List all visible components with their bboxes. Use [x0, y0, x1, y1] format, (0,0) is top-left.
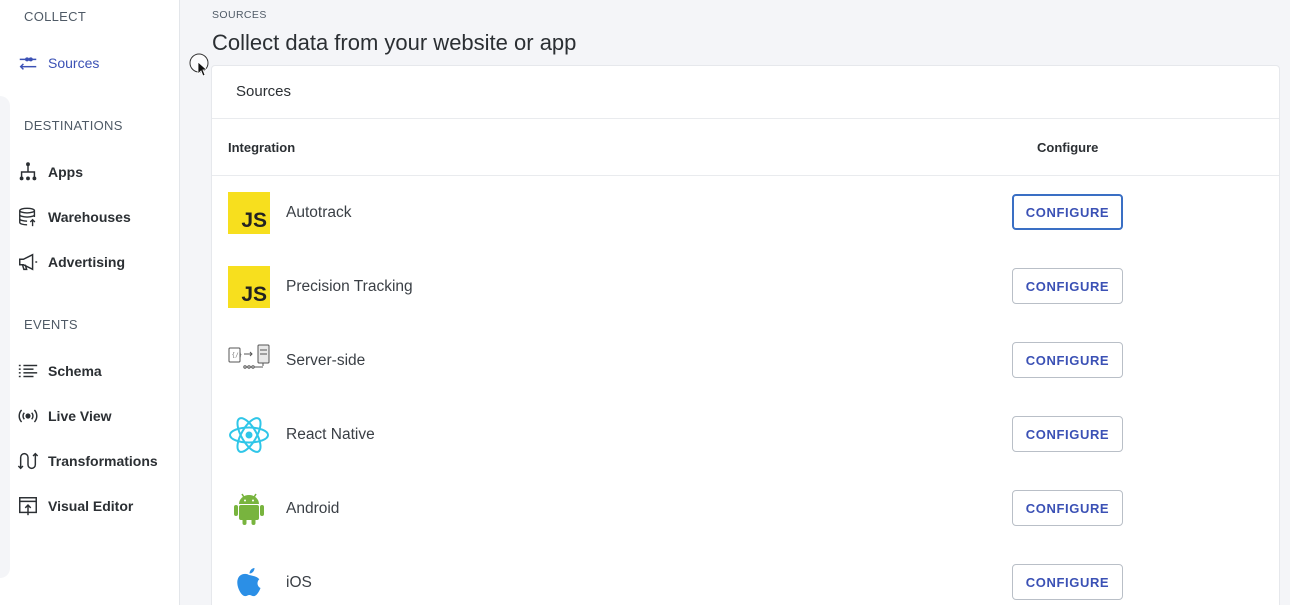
card-divider [212, 118, 1279, 119]
megaphone-icon [16, 250, 40, 274]
svg-text:{/}: {/} [232, 352, 243, 359]
breadcrumb: SOURCES [212, 9, 267, 21]
sidebar-item-label: Transformations [48, 453, 158, 469]
sources-card: Sources Integration Configure JS Autotra… [211, 65, 1280, 605]
database-icon [16, 205, 40, 229]
sidebar-item-transformations[interactable]: Transformations [16, 449, 176, 473]
sidebar-item-label: Schema [48, 363, 102, 379]
integration-name: iOS [286, 574, 312, 591]
sidebar-item-warehouses[interactable]: Warehouses [16, 205, 176, 229]
header-divider [212, 175, 1279, 176]
sidebar-item-label: Sources [48, 55, 100, 71]
sidebar-item-label: Live View [48, 408, 112, 424]
apps-icon [16, 160, 40, 184]
column-header-configure: Configure [1037, 140, 1099, 155]
list-icon [16, 359, 40, 383]
configure-button-precision-tracking[interactable]: CONFIGURE [1012, 268, 1123, 304]
broadcast-icon [16, 404, 40, 428]
sidebar-edge [0, 96, 10, 578]
table-row: Android CONFIGURE [228, 487, 1268, 531]
apple-logo [228, 562, 270, 604]
android-logo [228, 488, 270, 530]
section-label-destinations: DESTINATIONS [24, 118, 123, 133]
mouse-cursor-icon [189, 53, 209, 77]
table-row: JS Autotrack CONFIGURE [228, 191, 1268, 235]
sidebar-item-label: Warehouses [48, 209, 131, 225]
server-logo: {/} [228, 340, 270, 382]
integration-name: Android [286, 500, 340, 517]
configure-button-ios[interactable]: CONFIGURE [1012, 564, 1123, 600]
visual-editor-icon [16, 494, 40, 518]
sidebar-item-apps[interactable]: Apps [16, 160, 176, 184]
sidebar-item-label: Visual Editor [48, 498, 134, 514]
configure-button-server-side[interactable]: CONFIGURE [1012, 342, 1123, 378]
sidebar: COLLECT Sources DESTINATIONS Apps Wareho… [0, 0, 180, 605]
column-header-integration: Integration [228, 140, 296, 155]
sidebar-item-label: Advertising [48, 254, 126, 270]
page-title: Collect data from your website or app [212, 30, 577, 55]
integration-name: Precision Tracking [286, 278, 413, 295]
sidebar-item-visual-editor[interactable]: Visual Editor [16, 494, 176, 518]
table-row: React Native CONFIGURE [228, 413, 1268, 457]
sidebar-item-advertising[interactable]: Advertising [16, 250, 176, 274]
configure-button-android[interactable]: CONFIGURE [1012, 490, 1123, 526]
integration-name: Server-side [286, 352, 366, 369]
integration-name: Autotrack [286, 204, 352, 221]
sidebar-item-live-view[interactable]: Live View [16, 404, 176, 428]
table-row: JS Precision Tracking CONFIGURE [228, 265, 1268, 309]
section-label-events: EVENTS [24, 317, 78, 332]
sidebar-item-schema[interactable]: Schema [16, 359, 176, 383]
app-window: COLLECT Sources DESTINATIONS Apps Wareho… [0, 0, 1290, 605]
configure-button-react-native[interactable]: CONFIGURE [1012, 416, 1123, 452]
table-row: iOS CONFIGURE [228, 561, 1268, 605]
table-row: {/} Server-side CONFIGURE [228, 339, 1268, 383]
card-title: Sources [236, 83, 292, 100]
javascript-logo: JS [228, 192, 270, 234]
sidebar-item-sources[interactable]: Sources [16, 51, 176, 75]
sources-icon [16, 51, 40, 75]
sidebar-item-label: Apps [48, 164, 83, 180]
transform-icon [16, 449, 40, 473]
integration-name: React Native [286, 426, 375, 443]
section-label-collect: COLLECT [24, 9, 87, 24]
react-logo [228, 414, 270, 456]
configure-button-autotrack[interactable]: CONFIGURE [1012, 194, 1123, 230]
javascript-logo: JS [228, 266, 270, 308]
